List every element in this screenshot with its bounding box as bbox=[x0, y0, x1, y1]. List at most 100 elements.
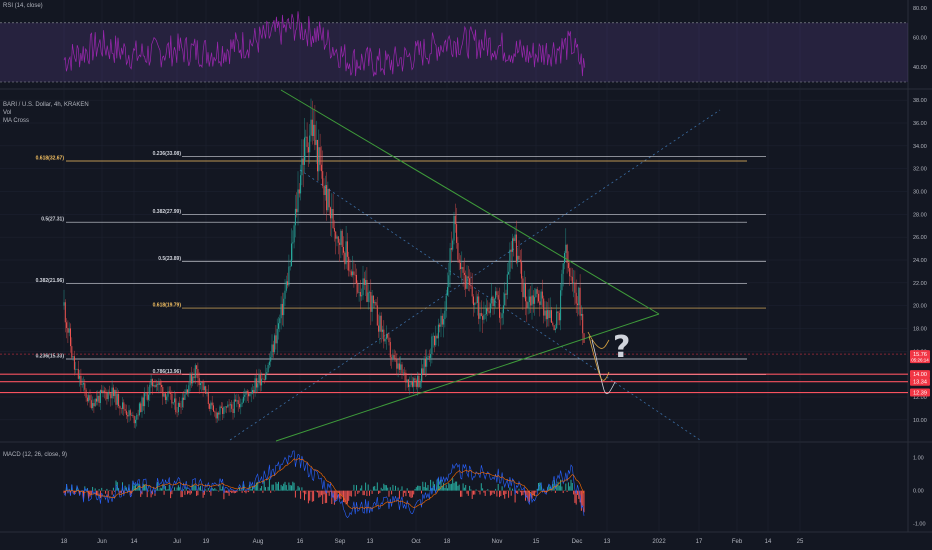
candle-body bbox=[252, 390, 253, 394]
candle-body bbox=[457, 242, 459, 260]
rsi-tick-label: 80.00 bbox=[913, 6, 927, 12]
candle-body bbox=[579, 287, 581, 316]
candle-body bbox=[313, 124, 315, 137]
candle-body bbox=[228, 404, 230, 406]
macd-histogram-bar bbox=[574, 490, 576, 503]
candle-body bbox=[73, 356, 75, 370]
candle-body bbox=[357, 283, 359, 293]
candle-body bbox=[88, 395, 90, 402]
candle-body bbox=[335, 231, 337, 239]
candle-body bbox=[411, 381, 413, 387]
macd-histogram-bar bbox=[565, 483, 567, 491]
rsi-tick-label: 60.00 bbox=[913, 36, 927, 42]
candle-body bbox=[133, 416, 135, 424]
macd-histogram-bar bbox=[561, 486, 563, 491]
candle-body bbox=[171, 393, 173, 404]
candle-body bbox=[409, 384, 411, 388]
candle-body bbox=[497, 295, 499, 300]
candle-body bbox=[245, 391, 247, 395]
candle-body bbox=[288, 266, 290, 286]
candle-body bbox=[538, 293, 539, 302]
fib-label-left: 0.236(15.33) bbox=[36, 353, 65, 359]
time-axis-label: Aug bbox=[253, 539, 264, 545]
macd-pane-label[interactable]: MACD (12, 26, close, 9) bbox=[3, 451, 67, 459]
macd-histogram-bar bbox=[473, 490, 474, 495]
macd-histogram-bar bbox=[499, 490, 500, 498]
macd-tick-label: -1.00 bbox=[913, 522, 926, 528]
macd-histogram-bar bbox=[159, 487, 161, 491]
macd-histogram-bar bbox=[421, 490, 422, 494]
macd-tick-label: 0.00 bbox=[913, 489, 924, 495]
candle-body bbox=[483, 314, 485, 320]
candle-body bbox=[406, 379, 408, 383]
candle-body bbox=[454, 215, 456, 225]
legend-ma-cross[interactable]: MA Cross bbox=[3, 117, 89, 125]
macd-histogram-bar bbox=[411, 490, 413, 498]
time-axis-label: 14 bbox=[765, 539, 772, 545]
macd-histogram-bar bbox=[424, 482, 426, 491]
candle-body bbox=[461, 267, 463, 269]
fib-label-left: 0.382(21.96) bbox=[36, 278, 65, 284]
chart-canvas[interactable]: 80.00 60.00 40.00 38.00 36.00 34.00 32.00 30.00… bbox=[0, 0, 932, 550]
candle-body bbox=[315, 139, 317, 145]
macd-histogram-bar bbox=[512, 488, 513, 491]
macd-histogram-bar bbox=[309, 490, 311, 501]
rsi-pane-label[interactable]: RSI (14, close) bbox=[3, 2, 43, 10]
candle-body bbox=[369, 291, 370, 293]
candle-body bbox=[372, 295, 374, 304]
candle-body bbox=[580, 314, 582, 316]
macd-histogram-bar bbox=[401, 486, 403, 491]
macd-histogram-bar bbox=[92, 486, 94, 491]
candle-body bbox=[565, 244, 567, 253]
candle-body bbox=[431, 336, 433, 355]
macd-histogram-bar bbox=[106, 488, 108, 491]
candle-body bbox=[322, 171, 324, 186]
candle-body bbox=[253, 390, 255, 393]
macd-histogram-bar bbox=[495, 488, 497, 491]
candle-body bbox=[127, 414, 129, 417]
candle-body bbox=[89, 395, 91, 401]
macd-histogram-bar bbox=[391, 490, 393, 495]
candle-body bbox=[422, 368, 424, 374]
macd-histogram-bar bbox=[515, 490, 517, 494]
price-badge-countdown: 05:26:14 bbox=[911, 358, 929, 363]
price-tick-label: 10.00 bbox=[913, 418, 927, 424]
macd-histogram-bar bbox=[193, 485, 195, 491]
candle-body bbox=[539, 301, 541, 305]
macd-histogram-bar bbox=[504, 490, 506, 499]
legend-vol[interactable]: Vol bbox=[3, 109, 89, 117]
candle-body bbox=[194, 365, 196, 379]
macd-histogram-bar bbox=[409, 490, 411, 497]
candle-body bbox=[215, 412, 217, 419]
macd-histogram-bar bbox=[428, 490, 430, 491]
candle-body bbox=[136, 414, 138, 420]
candle-body bbox=[129, 410, 131, 416]
legend-symbol[interactable]: BARI / U.S. Dollar, 4h, KRAKEN bbox=[3, 101, 89, 109]
time-axis-label: 17 bbox=[696, 539, 703, 545]
candle-body bbox=[430, 354, 432, 358]
candle-body bbox=[94, 398, 96, 407]
macd-histogram-bar bbox=[205, 489, 207, 491]
macd-histogram-bar bbox=[162, 484, 164, 491]
candle-body bbox=[102, 390, 104, 393]
candle-body bbox=[259, 374, 261, 386]
candle-body bbox=[440, 315, 442, 327]
macd-histogram-bar bbox=[404, 490, 406, 493]
candle-body bbox=[220, 406, 222, 409]
candle-body bbox=[244, 394, 246, 397]
macd-histogram-bar bbox=[184, 490, 186, 495]
macd-histogram-bar bbox=[408, 490, 409, 493]
candle-body bbox=[280, 303, 282, 319]
macd-histogram-bar bbox=[457, 485, 459, 491]
macd-histogram-bar bbox=[517, 490, 519, 494]
candle-body bbox=[395, 358, 396, 360]
macd-histogram-bar bbox=[571, 483, 573, 491]
macd-histogram-bar bbox=[219, 484, 221, 491]
candle-body bbox=[222, 408, 224, 414]
macd-histogram-bar bbox=[359, 488, 361, 491]
macd-histogram-bar bbox=[285, 485, 287, 491]
candle-body bbox=[545, 310, 547, 320]
candle-body bbox=[297, 189, 299, 213]
candle-body bbox=[77, 369, 79, 379]
macd-histogram-bar bbox=[317, 490, 318, 493]
